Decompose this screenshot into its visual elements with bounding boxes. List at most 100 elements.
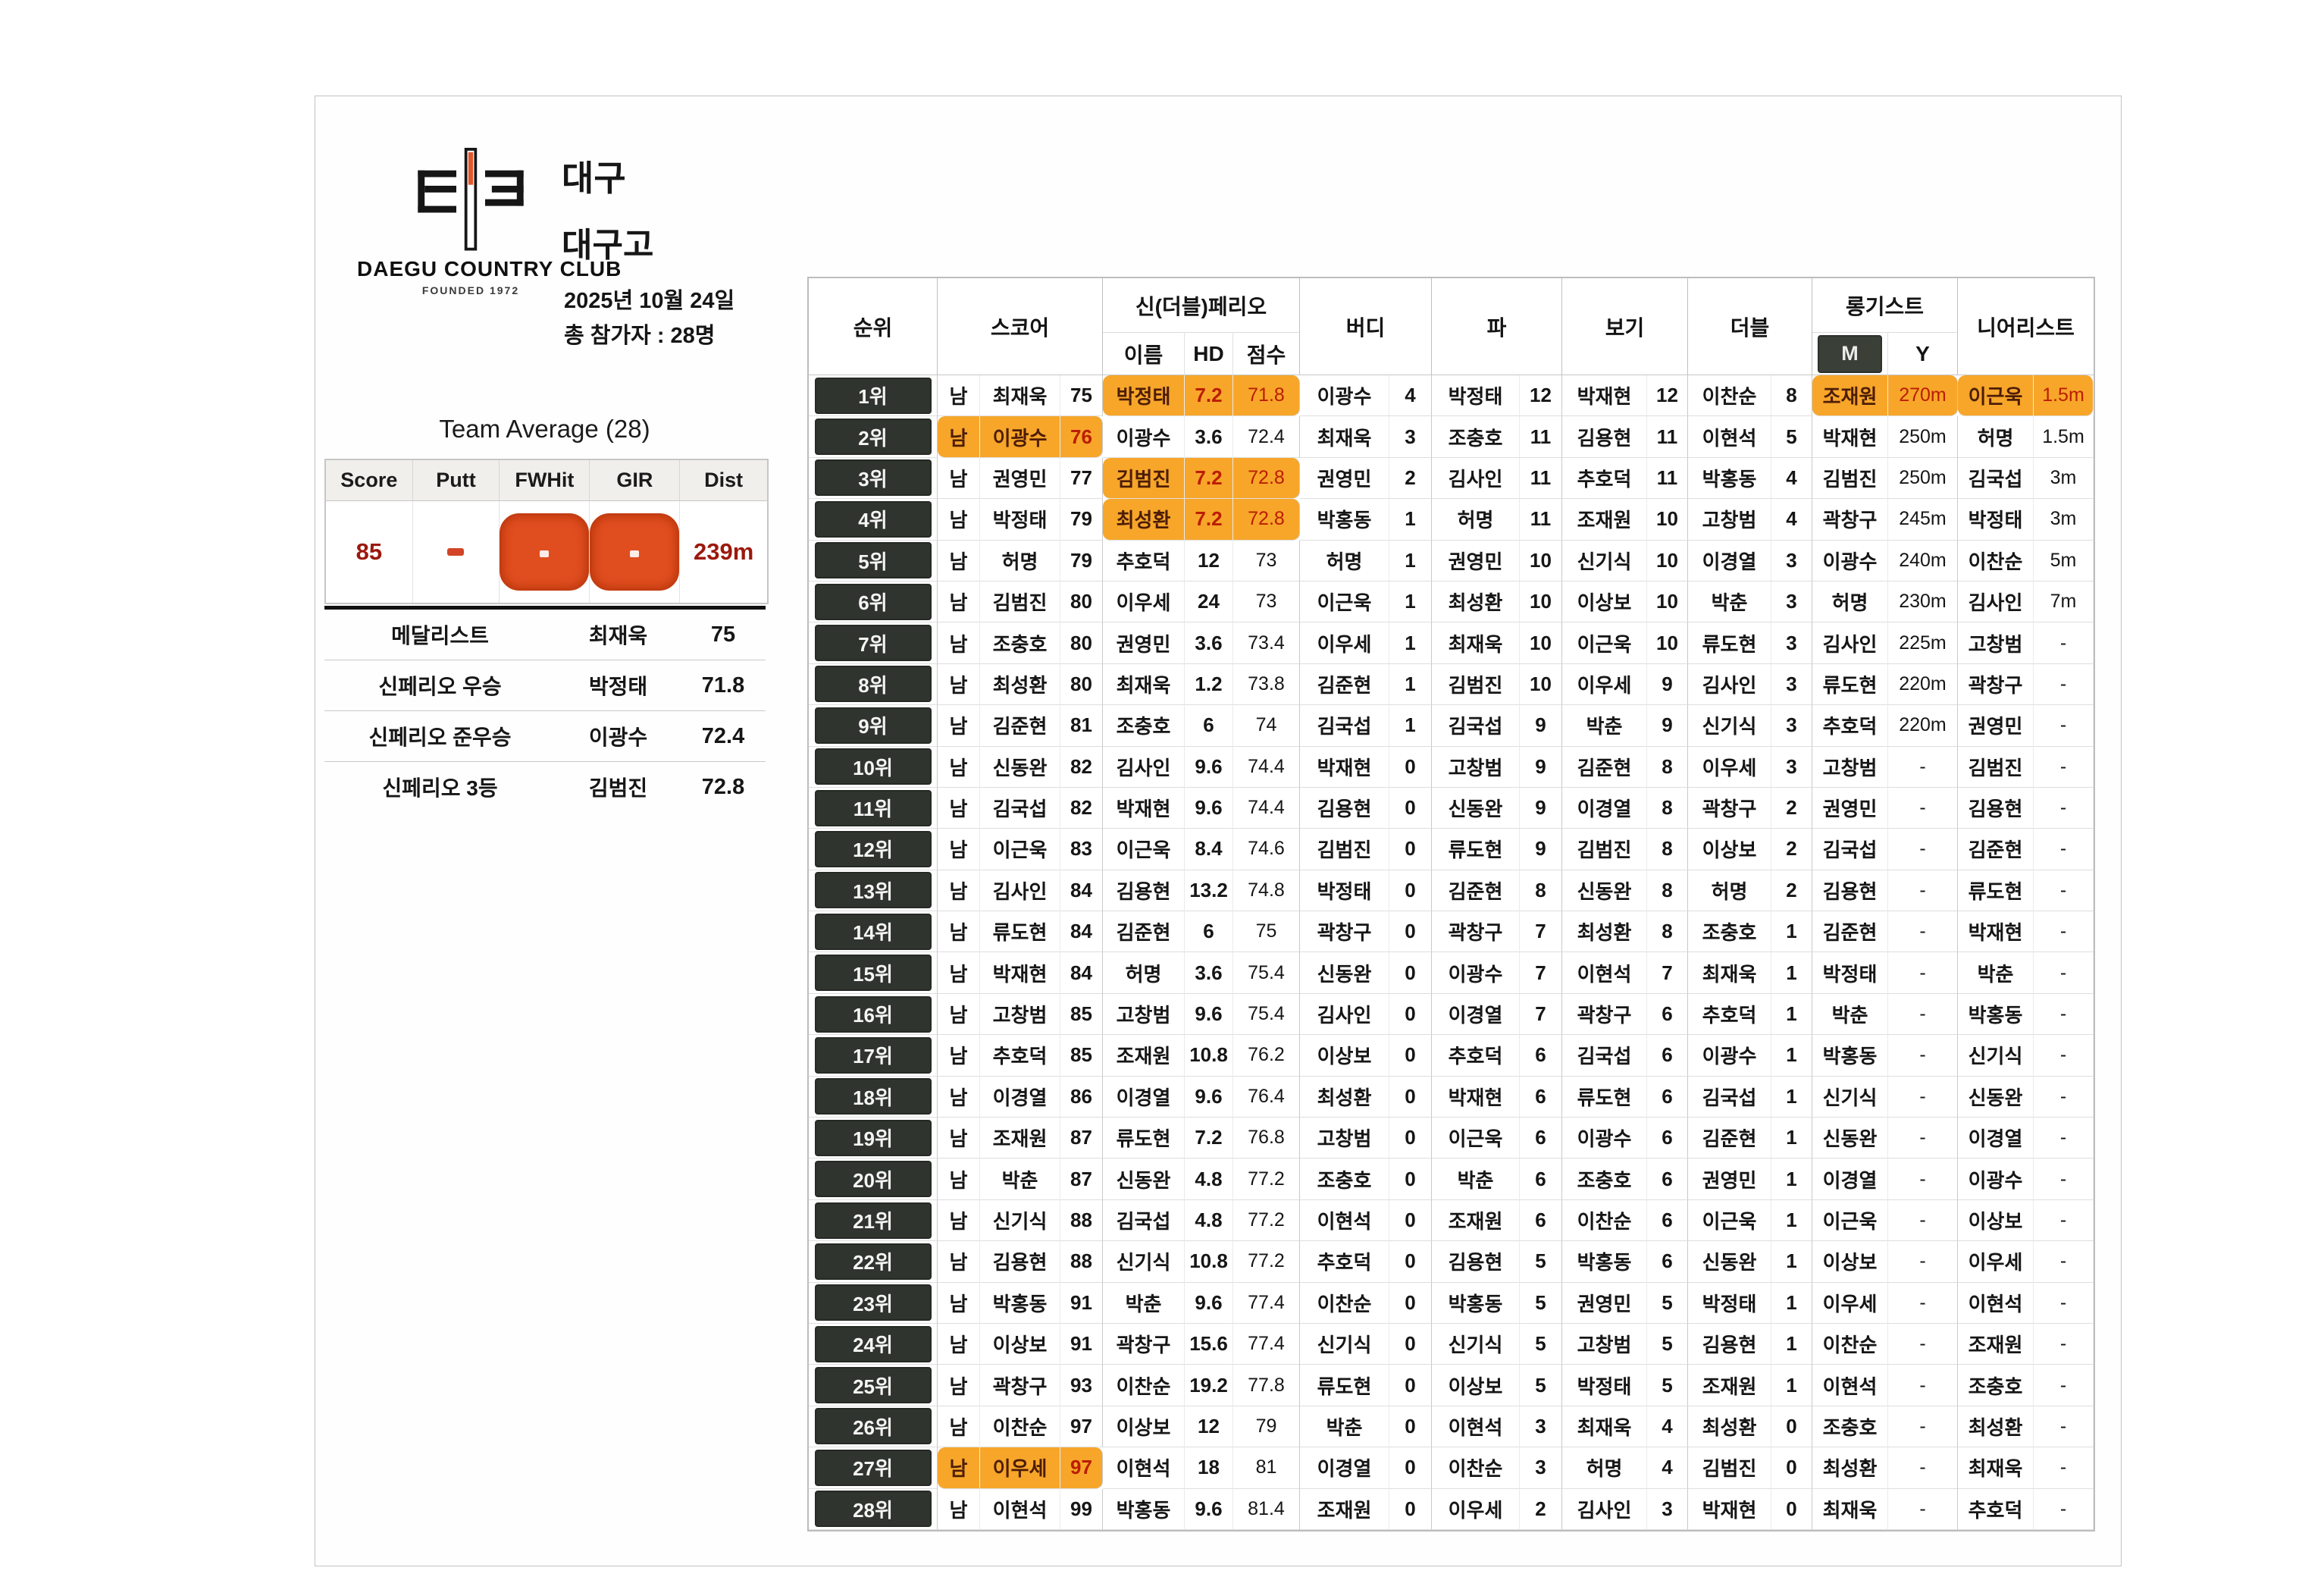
cell-birdie-name: 추호덕 [1300, 1241, 1389, 1282]
cell-nearest-name: 이근욱 [1958, 375, 2034, 416]
cell-nearest-dist: - [2034, 1241, 2094, 1282]
cell-perio-hd: 19.2 [1185, 1365, 1233, 1406]
cell-birdie-count: 0 [1389, 829, 1432, 870]
cell-perio-hd: 8.4 [1185, 829, 1233, 870]
cell-perio-name: 이찬순 [1103, 1365, 1185, 1406]
cell-rank: 25위 [809, 1365, 938, 1406]
cell-double-count: 3 [1771, 705, 1812, 746]
team-average-gir [590, 501, 680, 603]
cell-bogey-count: 10 [1647, 582, 1688, 622]
cell-longest-dist: - [1888, 911, 1958, 952]
cell-perio-score: 77.4 [1233, 1324, 1300, 1365]
cell-double-count: 4 [1771, 499, 1812, 540]
cell-perio-hd: 3.6 [1185, 952, 1233, 993]
cell-longest-name: 박춘 [1812, 994, 1888, 1035]
cell-bogey-count: 11 [1647, 458, 1688, 499]
cell-bogey-name: 류도현 [1562, 1077, 1647, 1118]
cell-rank: 14위 [809, 911, 938, 952]
cell-nearest-dist: - [2034, 1118, 2094, 1158]
cell-gender: 남 [938, 1241, 980, 1282]
rank-chip: 13위 [816, 873, 930, 907]
cell-double-count: 1 [1771, 1035, 1812, 1076]
rank-chip: 11위 [816, 792, 930, 825]
cell-birdie-count: 0 [1389, 747, 1432, 788]
cell-par-name: 이현석 [1432, 1406, 1520, 1447]
cell-nearest-dist: - [2034, 664, 2094, 705]
cell-par-count: 9 [1520, 747, 1562, 788]
cell-perio-name: 박정태 [1103, 375, 1185, 416]
cell-birdie-count: 4 [1389, 375, 1432, 416]
team-average-table: Score Putt FWHit GIR Dist 85 239m [324, 459, 769, 604]
rank-chip: 26위 [816, 1409, 930, 1443]
cell-rank: 12위 [809, 829, 938, 870]
cell-birdie-name: 신동완 [1300, 952, 1389, 993]
cell-perio-hd: 10.8 [1185, 1035, 1233, 1076]
cell-gender: 남 [938, 705, 980, 746]
cell-double-name: 이현석 [1688, 416, 1771, 457]
cell-longest-dist: - [1888, 1118, 1958, 1158]
cell-birdie-count: 0 [1389, 911, 1432, 952]
cell-perio-name: 신기식 [1103, 1241, 1185, 1282]
cell-birdie-name: 이찬순 [1300, 1283, 1389, 1324]
cell-score: 75 [1060, 375, 1103, 416]
cell-bogey-name: 박정태 [1562, 1365, 1647, 1406]
cell-perio-name: 이광수 [1103, 416, 1185, 457]
cell-gender: 남 [938, 664, 980, 705]
cell-score: 87 [1060, 1118, 1103, 1158]
cell-player: 김국섭 [980, 788, 1060, 829]
cell-perio-score: 81.4 [1233, 1489, 1300, 1530]
rank-chip: 15위 [816, 956, 930, 989]
cell-rank: 19위 [809, 1118, 938, 1158]
cell-bogey-name: 추호덕 [1562, 458, 1647, 499]
cell-longest-dist: - [1888, 1077, 1958, 1118]
cell-rank: 15위 [809, 952, 938, 993]
cell-perio-name: 이우세 [1103, 582, 1185, 622]
cell-perio-hd: 9.6 [1185, 747, 1233, 788]
cell-double-count: 1 [1771, 1118, 1812, 1158]
cell-double-count: 1 [1771, 1241, 1812, 1282]
cell-rank: 7위 [809, 622, 938, 663]
cell-player: 최성환 [980, 664, 1060, 705]
cell-double-count: 3 [1771, 541, 1812, 582]
cell-score: 80 [1060, 664, 1103, 705]
cell-perio-name: 김국섭 [1103, 1200, 1185, 1241]
cell-bogey-count: 10 [1647, 541, 1688, 582]
cell-double-count: 3 [1771, 622, 1812, 663]
cell-double-name: 박춘 [1688, 582, 1771, 622]
cell-par-count: 9 [1520, 788, 1562, 829]
cell-nearest-name: 박재현 [1958, 911, 2034, 952]
cell-perio-hd: 7.2 [1185, 375, 1233, 416]
cell-double-name: 이근욱 [1688, 1200, 1771, 1241]
award-player: 김범진 [556, 772, 681, 802]
rank-chip: 12위 [816, 832, 930, 866]
cell-bogey-name: 최재욱 [1562, 1406, 1647, 1447]
cell-perio-score: 81 [1233, 1447, 1300, 1488]
cell-perio-score: 74.4 [1233, 788, 1300, 829]
cell-double-name: 박정태 [1688, 1283, 1771, 1324]
cell-longest-name: 김사인 [1812, 622, 1888, 663]
cell-birdie-count: 0 [1389, 1365, 1432, 1406]
cell-player: 김범진 [980, 582, 1060, 622]
cell-double-name: 이경열 [1688, 541, 1771, 582]
cell-nearest-dist: - [2034, 788, 2094, 829]
cell-longest-dist: - [1888, 1406, 1958, 1447]
cell-bogey-count: 8 [1647, 911, 1688, 952]
cell-double-count: 2 [1771, 829, 1812, 870]
rank-chip: 27위 [816, 1451, 930, 1485]
cell-bogey-count: 6 [1647, 1077, 1688, 1118]
cell-rank: 21위 [809, 1200, 938, 1241]
cell-double-name: 최재욱 [1688, 952, 1771, 993]
cell-gender: 남 [938, 1077, 980, 1118]
cell-perio-score: 76.8 [1233, 1118, 1300, 1158]
cell-longest-dist: 220m [1888, 664, 1958, 705]
award-row-perio-third: 신페리오 3등 김범진 72.8 [324, 762, 766, 812]
cell-par-name: 이광수 [1432, 952, 1520, 993]
cell-birdie-count: 0 [1389, 1077, 1432, 1118]
cell-double-count: 1 [1771, 1077, 1812, 1118]
rank-chip: 20위 [816, 1162, 930, 1196]
cell-rank: 10위 [809, 747, 938, 788]
cell-bogey-count: 5 [1647, 1324, 1688, 1365]
cell-longest-name: 류도현 [1812, 664, 1888, 705]
cell-perio-score: 75 [1233, 911, 1300, 952]
cell-longest-dist: - [1888, 870, 1958, 911]
